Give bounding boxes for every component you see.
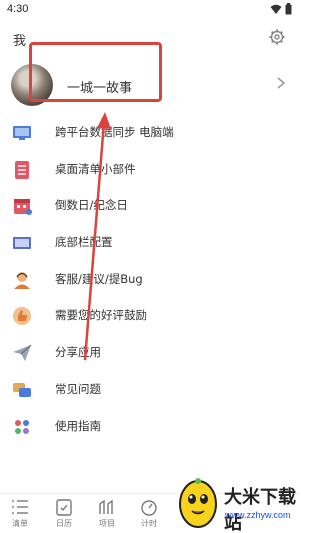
faq-icon	[13, 382, 31, 397]
menu-label-support: 客服/建议/提Bug	[55, 271, 143, 286]
menu-label-tabbar-config: 底部栏配置	[55, 235, 113, 250]
menu-list: 跨平台数据同步 电脑端 桌面清单小部件 倒数日/纪念日 底部栏配置 客服/建议/…	[0, 114, 300, 444]
project-icon	[99, 499, 113, 514]
menu-item-support[interactable]: 客服/建议/提Bug	[0, 261, 300, 298]
menu-item-countdown[interactable]: 倒数日/纪念日	[0, 187, 300, 224]
list-icon	[12, 500, 28, 514]
widget-list-icon	[15, 160, 29, 179]
menu-item-share[interactable]: 分享应用	[0, 334, 300, 371]
timer-icon	[141, 500, 157, 516]
menu-item-widget[interactable]: 桌面清单小部件	[0, 151, 300, 188]
tab-project[interactable]: 项目	[87, 498, 127, 532]
calendar-tab-icon	[56, 499, 72, 516]
menu-label-faq: 常见问题	[55, 381, 101, 396]
monitor-icon	[13, 126, 31, 140]
guide-icon	[15, 419, 29, 434]
menu-label-widget: 桌面清单小部件	[55, 161, 136, 176]
menu-item-faq[interactable]: 常见问题	[0, 371, 300, 408]
battery-icon	[285, 3, 292, 15]
menu-item-tabbar-config[interactable]: 底部栏配置	[0, 224, 300, 261]
menu-label-countdown: 倒数日/纪念日	[55, 198, 128, 213]
status-time: 4:30	[7, 3, 29, 15]
watermark: 大米下载站 www.zzhyw.com	[158, 473, 300, 533]
tab-label-calendar: 日历	[56, 519, 72, 528]
watermark-url: www.zzhyw.com	[225, 510, 291, 520]
thumbs-up-icon	[13, 307, 31, 326]
tab-label-project: 项目	[99, 519, 115, 528]
settings-button[interactable]	[268, 28, 286, 46]
support-agent-icon	[14, 271, 30, 289]
watermark-title: 大米下载站	[224, 487, 296, 533]
menu-item-guide[interactable]: 使用指南	[0, 408, 300, 445]
menu-label-share: 分享应用	[55, 345, 101, 360]
chevron-right-icon	[277, 77, 286, 89]
highlight-box	[29, 42, 162, 102]
menu-item-sync[interactable]: 跨平台数据同步 电脑端	[0, 114, 300, 151]
tab-label-list: 清单	[12, 519, 28, 528]
status-icons	[270, 3, 292, 15]
paper-plane-icon	[13, 344, 32, 362]
menu-label-sync: 跨平台数据同步 电脑端	[55, 125, 174, 139]
wifi-icon	[270, 4, 282, 14]
gear-icon	[269, 29, 285, 45]
egg-mascot-logo-icon	[179, 478, 217, 528]
tab-calendar[interactable]: 日历	[44, 498, 84, 532]
display-icon	[13, 237, 31, 250]
menu-label-guide: 使用指南	[55, 418, 101, 433]
menu-item-rate[interactable]: 需要您的好评鼓励	[0, 297, 300, 334]
calendar-icon	[14, 199, 32, 216]
page-title: 我	[13, 34, 27, 49]
status-bar: 4:30	[0, 0, 300, 20]
tab-list[interactable]: 清单	[0, 498, 40, 532]
menu-label-rate: 需要您的好评鼓励	[55, 308, 147, 323]
